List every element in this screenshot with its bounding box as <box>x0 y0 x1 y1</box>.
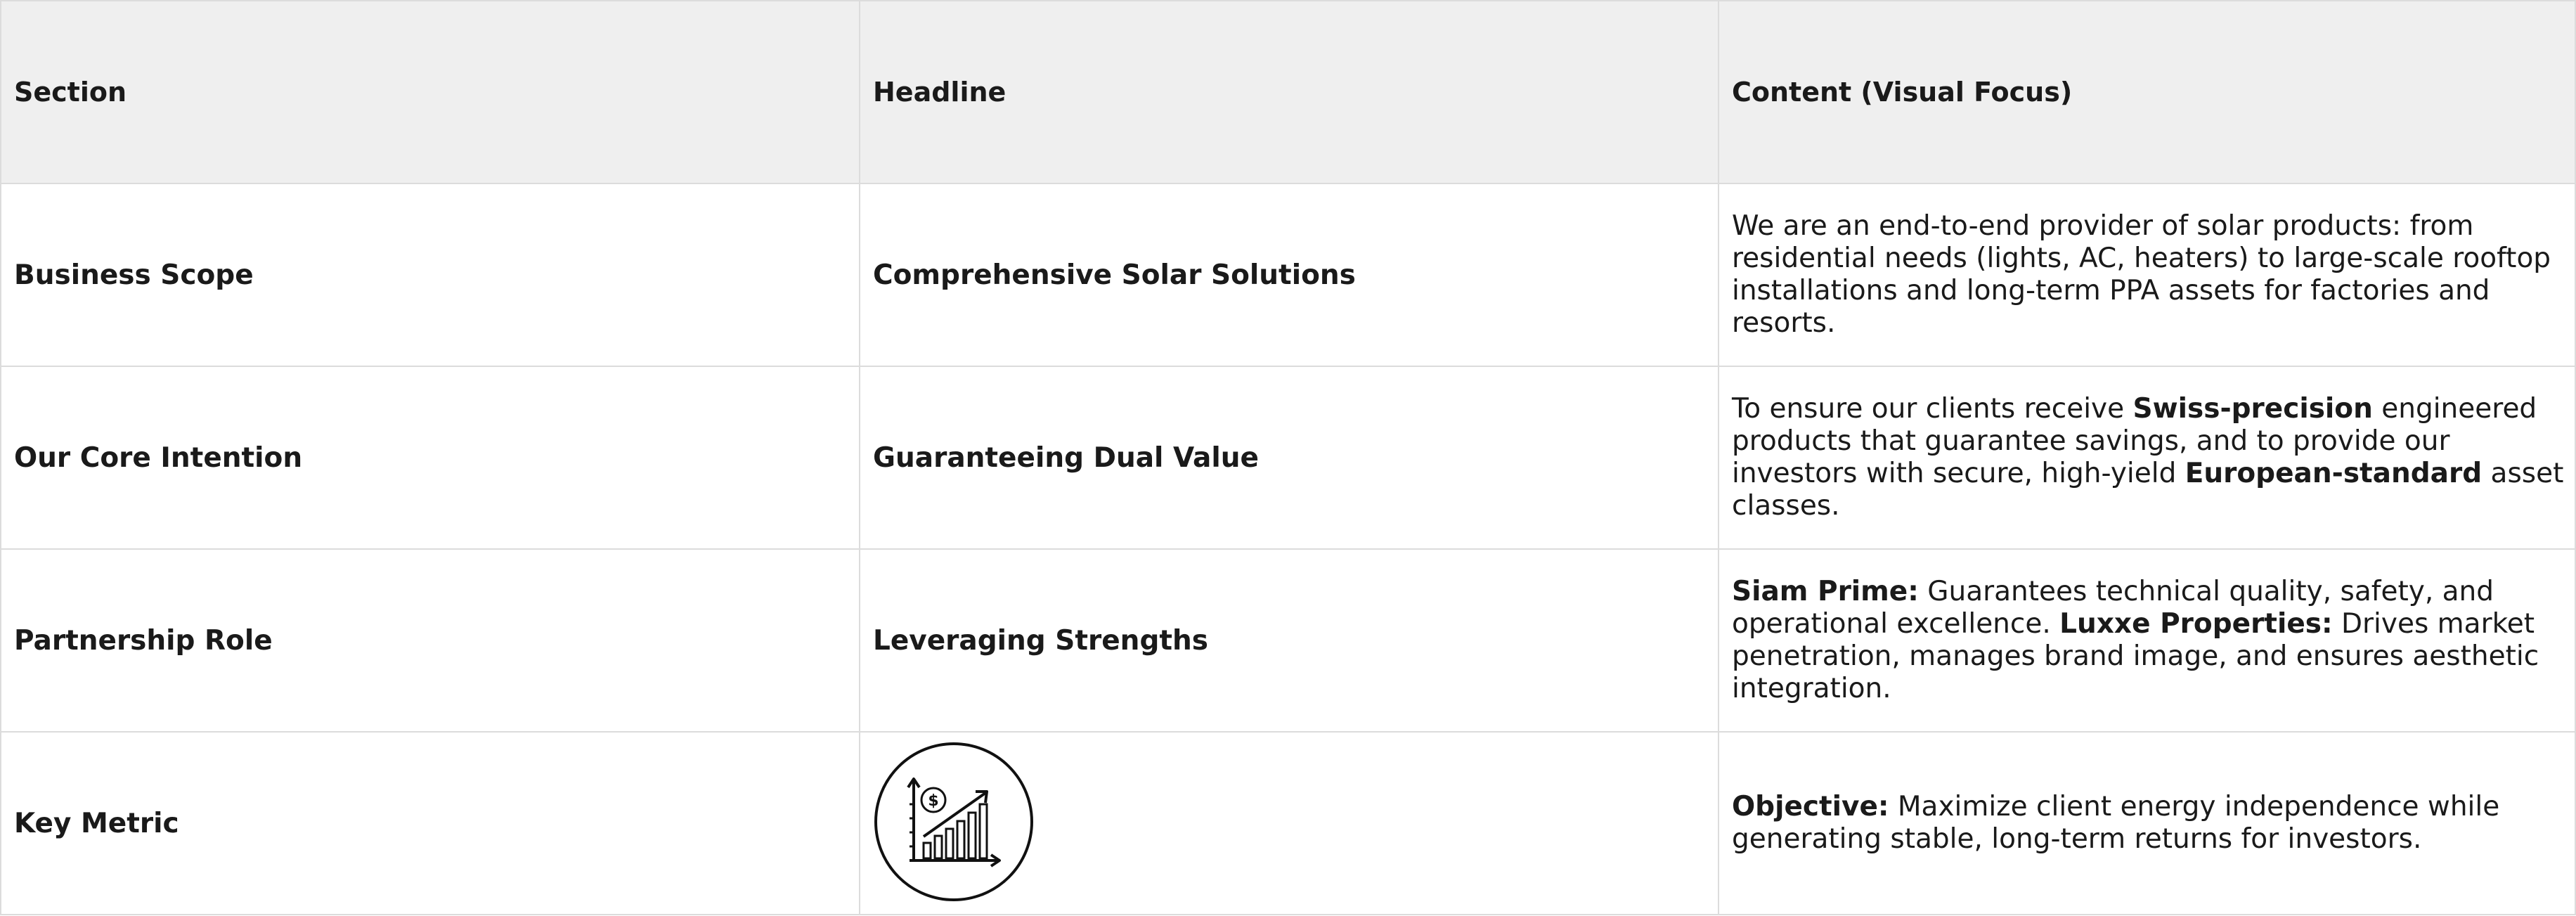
content-cell: Siam Prime: Guarantees technical quality… <box>1718 548 2576 733</box>
table-row: Partnership Role Leveraging Strengths Si… <box>0 548 2576 733</box>
headline-cell: Comprehensive Solar Solutions <box>859 183 1719 367</box>
section-cell: Business Scope <box>0 183 860 367</box>
section-cell: Partnership Role <box>0 548 860 733</box>
content-text: To ensure our clients receive <box>1732 393 2133 425</box>
headline-cell: Leveraging Strengths <box>859 548 1719 733</box>
content-cell: We are an end-to-end provider of solar p… <box>1718 183 2576 367</box>
table-row: Business Scope Comprehensive Solar Solut… <box>0 183 2576 367</box>
header-headline: Headline <box>859 0 1719 184</box>
headline-cell: Guaranteeing Dual Value <box>859 366 1719 550</box>
content-cell: Objective: Maximize client energy indepe… <box>1718 731 2576 915</box>
content-emphasis: Swiss-precision <box>2132 393 2373 425</box>
table-row: Key Metric $ Objective: Maximize client … <box>0 731 2576 915</box>
content-emphasis: European-standard <box>2185 458 2483 489</box>
section-cell: Key Metric <box>0 731 860 915</box>
financial-growth-chart-icon: $ <box>873 741 1035 905</box>
table-header-row: Section Headline Content (Visual Focus) <box>0 0 2576 184</box>
content-text: We are an end-to-end provider of solar p… <box>1732 210 2551 339</box>
headline-icon-cell: $ <box>859 731 1719 915</box>
content-emphasis: Siam Prime: <box>1732 576 1919 607</box>
svg-text:$: $ <box>928 792 938 810</box>
header-section: Section <box>0 0 860 184</box>
table-row: Our Core Intention Guaranteeing Dual Val… <box>0 366 2576 550</box>
content-table: Section Headline Content (Visual Focus) … <box>0 0 2576 915</box>
content-emphasis: Luxxe Properties: <box>2059 608 2333 640</box>
content-cell: To ensure our clients receive Swiss-prec… <box>1718 366 2576 550</box>
header-content: Content (Visual Focus) <box>1718 0 2576 184</box>
content-emphasis: Objective: <box>1732 791 1889 823</box>
section-cell: Our Core Intention <box>0 366 860 550</box>
